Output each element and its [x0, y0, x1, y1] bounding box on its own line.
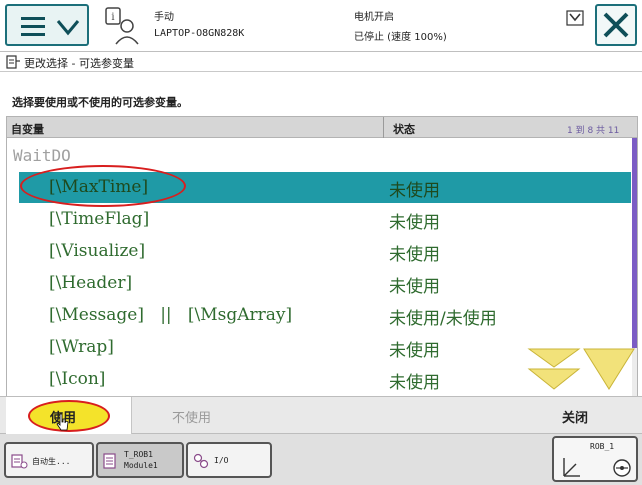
motor-state: 电机开启: [354, 12, 394, 23]
task-label: T_ROB1 Module1: [124, 449, 158, 471]
auto-generate-icon: [11, 454, 28, 469]
task-io[interactable]: I/O: [186, 442, 272, 478]
scroll-down-icon[interactable]: [582, 346, 636, 392]
argument-name: [\Icon]: [49, 369, 106, 389]
argument-name: [\TimeFlag]: [49, 209, 150, 229]
column-header-argument: 自变量: [11, 123, 44, 136]
column-divider: [383, 117, 384, 138]
argument-status: 未使用: [389, 181, 440, 201]
use-button[interactable]: 使用: [6, 397, 132, 434]
chevron-down-icon: [56, 20, 80, 36]
operating-mode: 手动: [154, 12, 174, 23]
argument-status: 未使用: [389, 277, 440, 297]
argument-status: 未使用: [389, 245, 440, 265]
view-header: 更改选择 - 可选参变量: [0, 52, 642, 72]
argument-name: [\Wrap]: [49, 337, 114, 357]
table-row[interactable]: [\Visualize] 未使用: [19, 236, 631, 267]
close-window-button[interactable]: [595, 4, 637, 46]
command-bar: 使用 不使用 关闭: [0, 396, 642, 434]
status-icon[interactable]: [566, 10, 584, 26]
task-label: 自动生...: [32, 457, 71, 466]
status-bar: i 手动 LAPTOP-O8GN828K 电机开启 已停止 (速度 100%): [0, 0, 642, 52]
argument-name: [\Message] || [\MsgArray]: [49, 305, 293, 325]
task-label-line1: T_ROB1: [124, 450, 153, 459]
table-header: 自变量 状态 1 到 8 共 11: [6, 116, 638, 138]
task-auto-generate[interactable]: 自动生...: [4, 442, 94, 478]
close-button[interactable]: 关闭: [514, 397, 642, 434]
table-row[interactable]: [\Header] 未使用: [19, 268, 631, 299]
selection-annotation: [20, 165, 186, 207]
argument-status: 未使用/未使用: [389, 309, 497, 329]
instruction-text: 选择要使用或不使用的可选参变量。: [12, 96, 188, 109]
table-row[interactable]: [\TimeFlag] 未使用: [19, 204, 631, 235]
task-label: I/O: [214, 456, 229, 465]
scroll-down-double-icon[interactable]: [526, 346, 582, 392]
scrollbar-thumb[interactable]: [632, 138, 637, 348]
abb-menu-button[interactable]: [5, 4, 89, 46]
program-state: 已停止 (速度 100%): [354, 32, 447, 43]
cursor-icon: [56, 413, 69, 431]
argument-name: [\Visualize]: [49, 241, 146, 261]
table-row[interactable]: [\Message] || [\MsgArray] 未使用/未使用: [19, 300, 631, 331]
parameter-icon: [6, 55, 20, 69]
quickset-button[interactable]: ROB_1: [552, 436, 638, 482]
taskbar: 自动生... T_ROB1 Module1 I/O ROB_1: [0, 434, 642, 485]
argument-status: 未使用: [389, 341, 440, 361]
svg-text:i: i: [111, 12, 114, 23]
robot-axes-icon: [563, 458, 631, 477]
module-icon: [103, 453, 116, 469]
io-icon: [193, 453, 209, 469]
close-icon: [603, 12, 629, 38]
unuse-button[interactable]: 不使用: [132, 397, 260, 434]
column-header-status: 状态: [393, 123, 415, 136]
argument-status: 未使用: [389, 213, 440, 233]
page-counter: 1 到 8 共 11: [567, 126, 620, 136]
close-button-label: 关闭: [562, 411, 589, 426]
group-label: WaitDO: [13, 146, 71, 165]
unuse-button-label: 不使用: [172, 411, 212, 426]
argument-status: 未使用: [389, 373, 440, 393]
controller-name: LAPTOP-O8GN828K: [154, 28, 245, 39]
menu-icon: [21, 17, 45, 36]
page-title: 更改选择 - 可选参变量: [24, 57, 134, 70]
user-status-icon[interactable]: i: [100, 6, 142, 46]
task-module[interactable]: T_ROB1 Module1: [96, 442, 184, 478]
argument-name: [\Header]: [49, 273, 133, 293]
task-label-line2: Module1: [124, 461, 158, 470]
